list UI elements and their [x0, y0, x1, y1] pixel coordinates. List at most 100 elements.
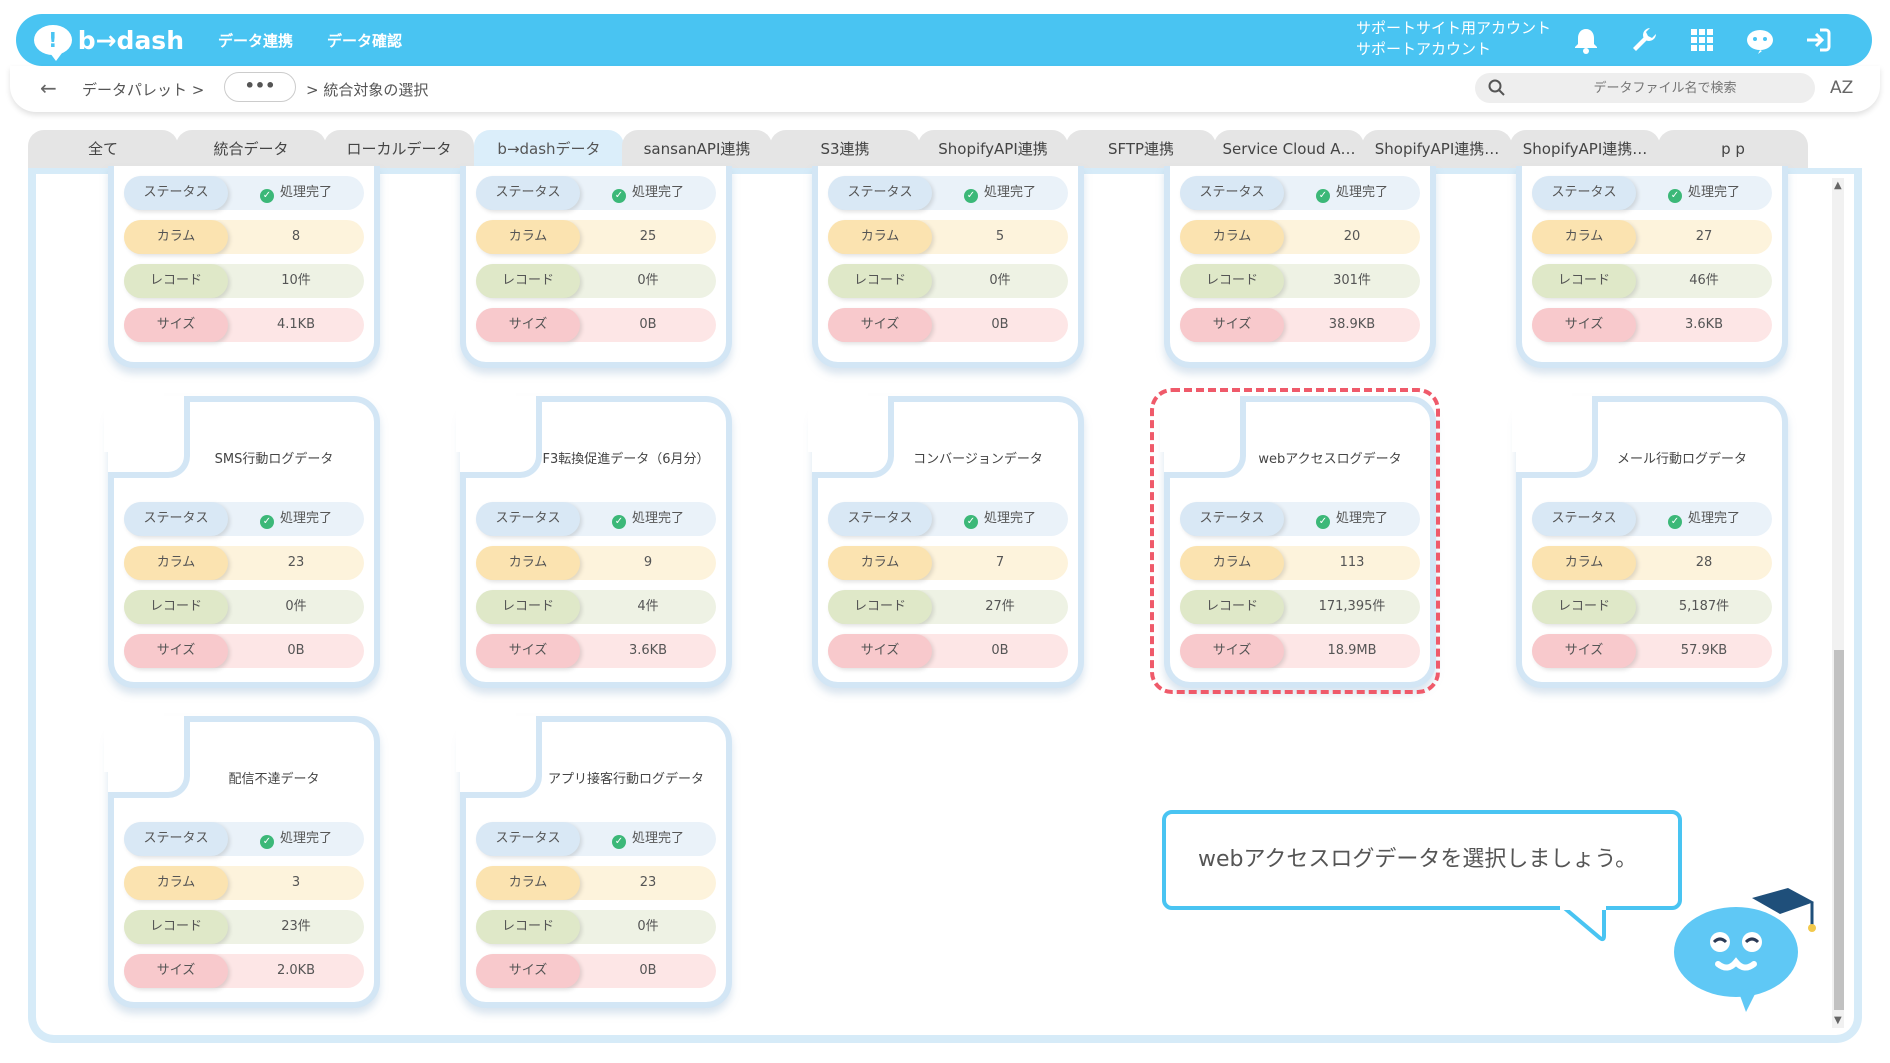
back-arrow-icon[interactable]: ←: [40, 76, 57, 100]
data-card[interactable]: ステータス ✓ 処理完了 カラム 27 レコード 46件 サイズ 3.6KB: [1516, 166, 1788, 368]
column-row: カラム 8: [124, 220, 364, 254]
tab-integrated[interactable]: 統合データ: [176, 130, 326, 170]
search-icon: [1488, 79, 1505, 96]
grid-icon[interactable]: [1686, 24, 1718, 56]
bell-icon[interactable]: [1570, 24, 1602, 56]
size-row: サイズ 3.6KB: [476, 634, 716, 668]
tab-pp[interactable]: p p: [1658, 130, 1808, 170]
status-value: 処理完了: [631, 831, 684, 846]
tab-bdash[interactable]: b→dashデータ: [474, 130, 624, 170]
tab-s3[interactable]: S3連携: [770, 130, 920, 170]
column-value: 27: [1695, 229, 1713, 244]
check-icon: ✓: [1667, 189, 1682, 203]
status-value: 処理完了: [1335, 185, 1388, 200]
mascot-icon[interactable]: [1744, 24, 1776, 56]
tab-shopify-3[interactable]: ShopifyAPI連携…: [1510, 130, 1660, 170]
status-value: 処理完了: [279, 511, 332, 526]
status-value: 処理完了: [631, 511, 684, 526]
card-title: 配信不達データ: [228, 772, 320, 787]
status-value: 処理完了: [983, 185, 1036, 200]
logo[interactable]: ! b→dash: [34, 25, 184, 61]
record-row: レコード 23件: [124, 910, 364, 944]
status-label: ステータス: [124, 502, 228, 536]
check-icon: ✓: [1315, 189, 1330, 203]
data-card[interactable]: ステータス ✓ 処理完了 カラム 20 レコード 301件 サイズ 38.9KB: [1164, 166, 1436, 368]
data-card[interactable]: F3転換促進データ（6月分） ステータス ✓ 処理完了 カラム 9 レコード 4件 サイ…: [456, 392, 732, 688]
status-label: ステータス: [828, 502, 932, 536]
column-value: 7: [995, 555, 1005, 570]
data-card[interactable]: ステータス ✓ 処理完了 カラム 8 レコード 10件 サイズ 4.1KB: [108, 166, 380, 368]
breadcrumb-current: > 統合対象の選択: [306, 81, 429, 99]
size-value: 2.0KB: [276, 963, 316, 978]
data-card[interactable]: 配信不達データ ステータス ✓ 処理完了 カラム 3 レコード 23件 サイズ 2.0KB: [104, 712, 380, 1008]
status-row: ステータス ✓ 処理完了: [476, 176, 716, 210]
status-label: ステータス: [476, 822, 580, 856]
column-value: 23: [287, 555, 305, 570]
record-row: レコード 0件: [124, 590, 364, 624]
data-card[interactable]: SMS行動ログデータ ステータス ✓ 処理完了 カラム 23 レコード 0件 サイズ 0B: [104, 392, 380, 688]
record-row: レコード 0件: [828, 264, 1068, 298]
card-title: メール行動ログデータ: [1616, 452, 1747, 467]
breadcrumb-more-button[interactable]: •••: [224, 72, 296, 102]
tab-sftp[interactable]: SFTP連携: [1066, 130, 1216, 170]
data-card[interactable]: コンバージョンデータ ステータス ✓ 処理完了 カラム 7 レコード 27件 サイズ 0B: [808, 392, 1084, 688]
tab-sansan[interactable]: sansanAPI連携: [622, 130, 772, 170]
size-row: サイズ 0B: [476, 308, 716, 342]
column-value: 8: [291, 229, 301, 244]
data-card[interactable]: ステータス ✓ 処理完了 カラム 5 レコード 0件 サイズ 0B: [812, 166, 1084, 368]
record-value: 0件: [637, 273, 659, 288]
tab-all[interactable]: 全て: [28, 130, 178, 170]
column-row: カラム 7: [828, 546, 1068, 580]
column-value: 28: [1695, 555, 1713, 570]
size-row: サイズ 57.9KB: [1532, 634, 1772, 668]
check-icon: ✓: [259, 835, 274, 849]
data-card[interactable]: メール行動ログデータ ステータス ✓ 処理完了 カラム 28 レコード 5,187件 サ…: [1512, 392, 1788, 688]
data-card[interactable]: アプリ接客行動ログデータ ステータス ✓ 処理完了 カラム 23 レコード 0件 サイズ…: [456, 712, 732, 1008]
record-label: レコード: [476, 590, 580, 624]
column-label: カラム: [1532, 546, 1636, 580]
status-row: ステータス ✓ 処理完了: [828, 502, 1068, 536]
wrench-icon[interactable]: [1628, 24, 1660, 56]
tooltip-tail-icon: [1560, 906, 1606, 942]
status-row: ステータス ✓ 処理完了: [476, 502, 716, 536]
check-icon: ✓: [611, 515, 626, 529]
column-label: カラム: [124, 546, 228, 580]
scroll-down-icon[interactable]: ▼: [1834, 1015, 1842, 1026]
record-value: 23件: [281, 919, 311, 934]
record-label: レコード: [828, 590, 932, 624]
tab-shopify[interactable]: ShopifyAPI連携: [918, 130, 1068, 170]
scroll-up-icon[interactable]: ▲: [1834, 180, 1842, 191]
mascot-icon: [1674, 888, 1816, 1012]
size-label: サイズ: [124, 308, 228, 342]
nav-data-check[interactable]: データ確認: [327, 30, 402, 51]
nav-data-integration[interactable]: データ連携: [218, 30, 293, 51]
breadcrumb-data-palette[interactable]: データパレット >: [82, 79, 204, 100]
scrollbar-thumb[interactable]: [1834, 650, 1844, 1010]
size-label: サイズ: [828, 308, 932, 342]
record-row: レコード 46件: [1532, 264, 1772, 298]
data-card[interactable]: ステータス ✓ 処理完了 カラム 25 レコード 0件 サイズ 0B: [460, 166, 732, 368]
guide-tooltip: webアクセスログデータを選択しましょう。: [1162, 810, 1682, 910]
tab-shopify-2[interactable]: ShopifyAPI連携…: [1362, 130, 1512, 170]
tab-service-cloud[interactable]: Service Cloud A…: [1214, 130, 1364, 170]
status-value: 処理完了: [983, 511, 1036, 526]
size-label: サイズ: [1180, 308, 1284, 342]
size-row: サイズ 0B: [124, 634, 364, 668]
record-value: 0件: [989, 273, 1011, 288]
search-input[interactable]: [1525, 73, 1805, 103]
check-icon: ✓: [259, 515, 274, 529]
status-row: ステータス ✓ 処理完了: [1532, 176, 1772, 210]
size-value: 57.9KB: [1680, 643, 1728, 658]
column-row: カラム 5: [828, 220, 1068, 254]
column-row: カラム 23: [124, 546, 364, 580]
account-info[interactable]: サポートサイト用アカウント サポートアカウント: [1356, 18, 1551, 60]
size-row: サイズ 0B: [828, 308, 1068, 342]
selection-highlight: [1150, 388, 1440, 694]
logout-icon[interactable]: [1802, 24, 1834, 56]
status-value: 処理完了: [279, 185, 332, 200]
size-value: 3.6KB: [1684, 317, 1724, 332]
sort-az-button[interactable]: AZ: [1830, 78, 1853, 98]
tab-local[interactable]: ローカルデータ: [324, 130, 474, 170]
check-icon: ✓: [1667, 515, 1682, 529]
logo-text: b→dash: [77, 25, 184, 55]
